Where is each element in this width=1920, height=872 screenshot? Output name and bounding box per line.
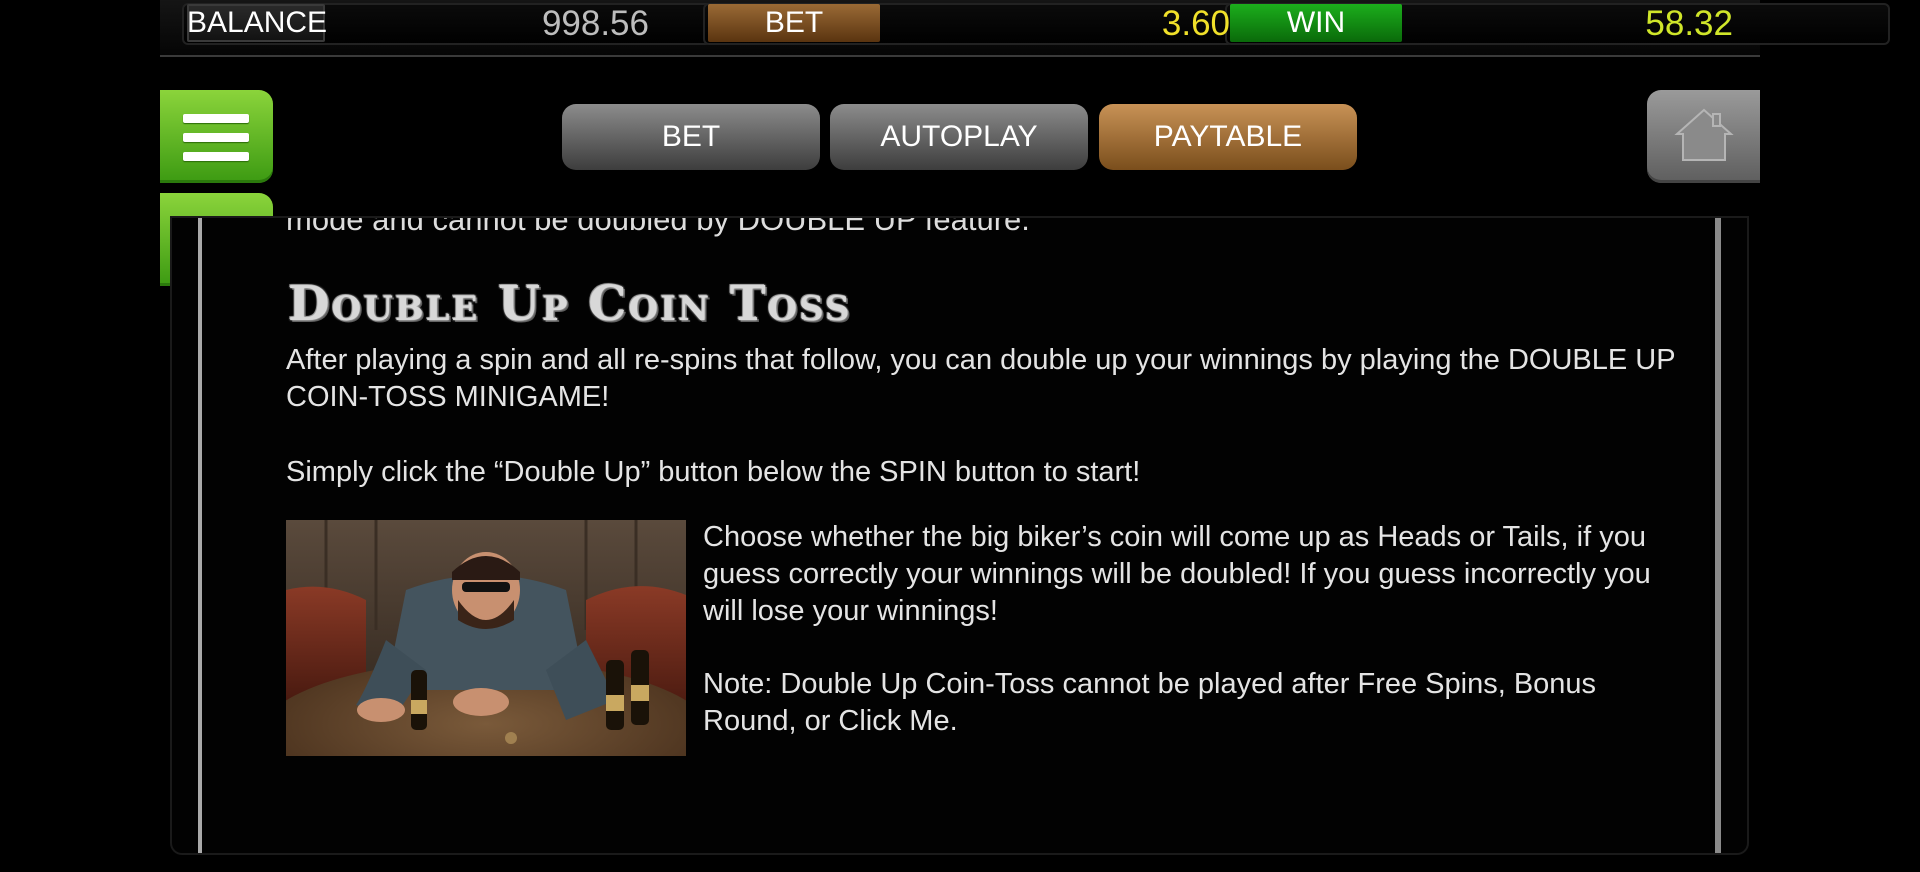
bet-value: 3.60 xyxy=(1161,4,1230,43)
win-label: WIN xyxy=(1230,4,1402,42)
win-value: 58.32 xyxy=(1645,4,1733,43)
cutoff-text: mode and cannot be doubled by DOUBLE UP … xyxy=(286,218,1030,237)
balance-label: BALANCE xyxy=(187,4,327,42)
paragraph-how-to-play: Choose whether the big biker’s coin will… xyxy=(703,521,1651,627)
section-heading: Double Up Coin Toss xyxy=(288,276,852,332)
panel-scrollbar[interactable] xyxy=(1715,218,1721,853)
panel-border-left xyxy=(198,218,202,853)
paragraph-instructions: Simply click the “Double Up” button belo… xyxy=(286,456,1141,488)
tab-paytable[interactable]: PAYTABLE xyxy=(1099,104,1357,170)
biker-coin-toss-image xyxy=(286,520,686,756)
status-bar: BALANCE 998.56 BET 3.60 WIN 58.32 xyxy=(160,0,1890,57)
paragraph-intro: After playing a spin and all re-spins th… xyxy=(286,344,1676,413)
tab-autoplay[interactable]: AUTOPLAY xyxy=(830,104,1088,170)
home-icon xyxy=(1674,108,1734,161)
tab-bet[interactable]: BET xyxy=(562,104,820,170)
hamburger-menu-icon xyxy=(183,114,249,171)
menu-button[interactable] xyxy=(160,90,273,183)
home-button[interactable] xyxy=(1647,90,1760,183)
bet-label: BET xyxy=(708,4,880,42)
balance-value: 998.56 xyxy=(541,4,649,43)
paragraph-note: Note: Double Up Coin-Toss cannot be play… xyxy=(703,668,1597,737)
paytable-panel: mode and cannot be doubled by DOUBLE UP … xyxy=(172,218,1747,853)
